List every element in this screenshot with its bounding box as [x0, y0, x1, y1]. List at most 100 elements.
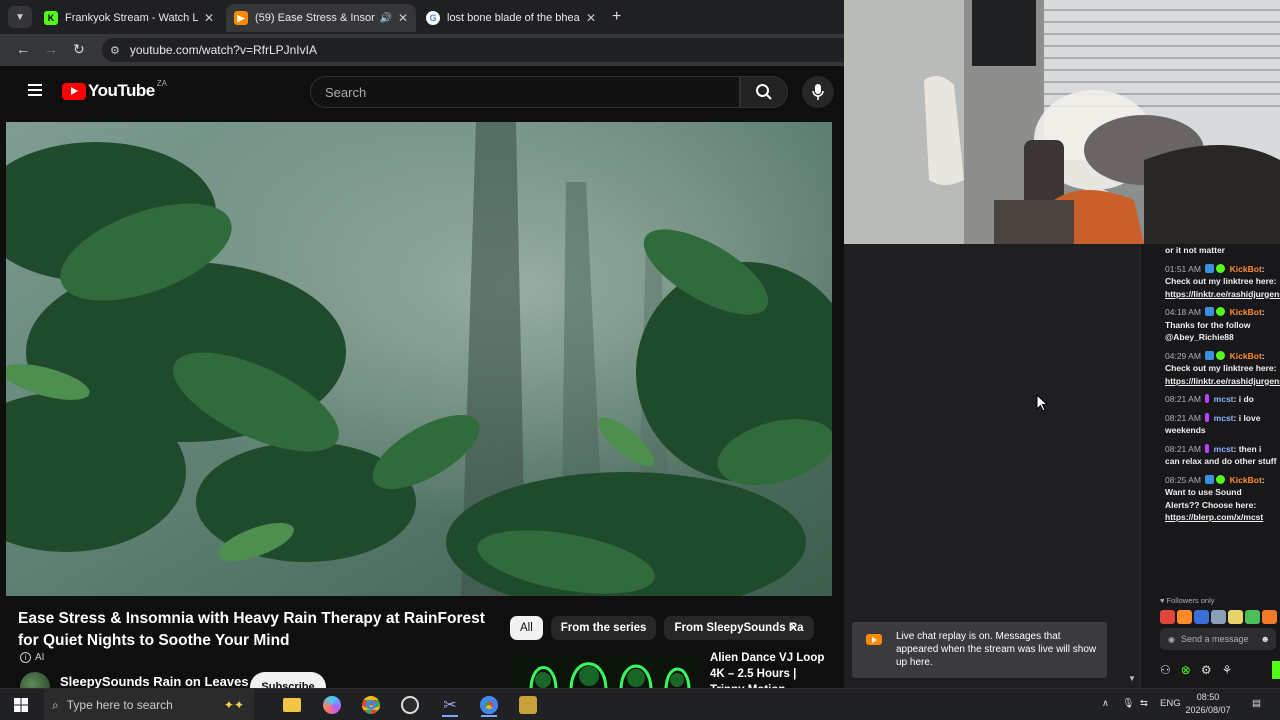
ai-content-badge[interactable]: i AI — [20, 652, 44, 663]
search-button[interactable] — [740, 76, 788, 108]
emote-icon[interactable] — [1245, 610, 1260, 624]
subscribe-button[interactable]: Subscribe — [250, 672, 326, 688]
menu-icon[interactable] — [28, 84, 42, 96]
game-app-icon[interactable] — [516, 693, 540, 717]
tab-title: Frankyok Stream - Watch Live o — [65, 12, 198, 24]
emote-icon[interactable] — [1262, 610, 1277, 624]
chat-message: 04:18 AM KickBot: Thanks for the follow … — [1165, 307, 1265, 342]
scroll-down-icon[interactable]: ▼ — [1128, 674, 1136, 683]
emote-icon[interactable] — [1211, 610, 1226, 624]
windows-start-icon[interactable] — [14, 698, 28, 712]
kick-points-icon[interactable]: ⊗ — [1181, 663, 1191, 677]
close-tab-icon[interactable]: ✕ — [398, 11, 408, 25]
chat-settings-icon[interactable]: ◉ — [1168, 635, 1175, 644]
verified-badge-icon — [1216, 350, 1226, 360]
forward-icon[interactable]: → — [44, 41, 58, 57]
search-input[interactable]: Search — [310, 76, 740, 108]
youtube-icon — [866, 634, 882, 645]
copilot-icon[interactable] — [320, 693, 344, 717]
chat-toolbar: ⚇ ⊗ ⚙ ⚘ — [1160, 660, 1280, 680]
microphone-icon — [812, 84, 824, 100]
sparkle-icon: ✦✦ — [223, 698, 244, 712]
search-icon: ⌕ — [52, 697, 59, 712]
search-icon — [756, 84, 772, 100]
bot-badge-icon — [1205, 307, 1215, 316]
moderation-icon[interactable]: ⚘ — [1222, 663, 1233, 677]
emote-icon[interactable] — [1194, 610, 1209, 624]
browser-tabstrip: ▼ K Frankyok Stream - Watch Live o ✕ ▶ (… — [0, 0, 844, 34]
tray-overflow-icon[interactable]: ∧ — [1102, 698, 1109, 709]
verified-badge-icon — [1216, 263, 1226, 273]
chat-input[interactable]: ◉ Send a message ☻ — [1160, 628, 1276, 650]
mouse-cursor-icon — [1036, 394, 1048, 412]
clock-date: 2026/08/07 — [1185, 705, 1231, 715]
speaker-icon[interactable]: 🔊 — [379, 13, 391, 24]
chat-link[interactable]: https://linktr.ee/rashidjurgens — [1165, 376, 1280, 386]
taskbar-search-placeholder: Type here to search — [66, 698, 173, 712]
channel-avatar[interactable] — [20, 672, 50, 688]
info-icon: i — [20, 652, 31, 663]
address-bar[interactable]: ⚙ youtube.com/watch?v=RfrLPJnIvIA — [102, 38, 844, 62]
chrome-active-icon[interactable] — [477, 693, 501, 717]
chat-message: 08:21 AM mcst: then i can relax and do o… — [1165, 443, 1277, 466]
chevron-right-icon[interactable]: › — [790, 618, 795, 636]
tab-google-search[interactable]: G lost bone blade of the bheaded ✕ — [418, 4, 604, 32]
settings-gear-icon[interactable]: ⚙ — [1201, 663, 1212, 677]
voice-search-button[interactable] — [802, 76, 834, 108]
video-frame — [6, 122, 832, 596]
microphone-icon[interactable]: 🎙 — [1122, 698, 1134, 709]
chat-message: 08:21 AM mcst: i love weekends — [1165, 412, 1261, 435]
obs-icon[interactable] — [398, 693, 422, 717]
kick-icon: K — [44, 11, 58, 25]
notifications-icon[interactable]: ▤ — [1252, 698, 1261, 709]
chat-message-list[interactable]: or it not matter 01:51 AM KickBot: Check… — [1165, 244, 1280, 530]
close-tab-icon[interactable]: ✕ — [586, 11, 596, 25]
recommended-thumbnail[interactable] — [511, 650, 703, 688]
chip-from-the-series[interactable]: From the series — [550, 616, 657, 640]
verified-badge-icon — [1216, 474, 1226, 484]
clock-time: 08:50 — [1196, 692, 1220, 702]
chat-message: 04:29 AM KickBot: Check out my linktree … — [1165, 350, 1280, 388]
followers-only-label: ♥ Followers only — [1160, 596, 1215, 605]
bot-badge-icon — [1205, 263, 1215, 273]
tab-youtube[interactable]: ▶ (59) Ease Stress & Insomnia 🔊 ✕ — [226, 4, 416, 32]
snipping-tool-icon[interactable]: ✂ — [438, 693, 462, 717]
back-icon[interactable]: ← — [16, 41, 30, 57]
browser-toolbar: ← → ↻ ⚙ youtube.com/watch?v=RfrLPJnIvIA — [0, 34, 844, 66]
channel-name[interactable]: SleepySounds Rain on Leaves — [60, 674, 249, 688]
video-player[interactable] — [6, 122, 832, 596]
tab-search-button[interactable]: ▼ — [8, 6, 32, 28]
replay-notice-text: Live chat replay is on. Messages that ap… — [896, 631, 1097, 668]
send-chat-button[interactable] — [1272, 661, 1280, 679]
emoji-icon[interactable]: ☻ — [1261, 634, 1270, 644]
windows-taskbar: ⌕ Type here to search ✦✦ ✂ ∧ 🎙 ⇆ ENG 08:… — [0, 688, 1280, 720]
youtube-header: YouTube ZA Search — [6, 70, 844, 116]
youtube-logo[interactable]: YouTube ZA — [62, 79, 167, 101]
network-icon[interactable]: ⇆ — [1140, 698, 1148, 709]
chat-link[interactable]: https://blerp.com/x/mcst — [1165, 512, 1263, 522]
site-info-icon[interactable]: ⚙ — [110, 44, 120, 57]
emote-icon[interactable] — [1177, 610, 1192, 624]
chrome-icon[interactable] — [359, 693, 383, 717]
emote-icon[interactable] — [1160, 610, 1175, 624]
bot-badge-icon — [1205, 474, 1215, 484]
taskbar-clock[interactable]: 08:50 2026/08/07 — [1176, 691, 1240, 717]
chat-message-fragment: or it not matter — [1165, 245, 1225, 255]
chat-link[interactable]: https://linktr.ee/rashidjurgens — [1165, 289, 1280, 299]
google-icon: G — [426, 11, 440, 25]
chip-all[interactable]: All — [510, 616, 543, 640]
tab-kick-stream[interactable]: K Frankyok Stream - Watch Live o ✕ — [36, 4, 222, 32]
file-explorer-icon[interactable] — [280, 693, 304, 717]
new-tab-icon[interactable]: + — [612, 8, 621, 26]
recommended-title[interactable]: Alien Dance VJ Loop 4K – 2.5 Hours | Tri… — [710, 650, 830, 688]
emote-icon[interactable] — [1228, 610, 1243, 624]
chat-replay-notice: Live chat replay is on. Messages that ap… — [852, 622, 1107, 678]
reload-icon[interactable]: ↻ — [73, 41, 85, 58]
taskbar-search-box[interactable]: ⌕ Type here to search ✦✦ — [44, 689, 254, 720]
related-filter-chips: All From the series From SleepySounds Ra — [510, 616, 814, 640]
youtube-icon: ▶ — [234, 11, 248, 25]
users-icon[interactable]: ⚇ — [1160, 663, 1171, 677]
close-tab-icon[interactable]: ✕ — [204, 11, 214, 25]
desktop: ▼ K Frankyok Stream - Watch Live o ✕ ▶ (… — [0, 0, 1280, 720]
tab-title: (59) Ease Stress & Insomnia — [255, 12, 375, 24]
